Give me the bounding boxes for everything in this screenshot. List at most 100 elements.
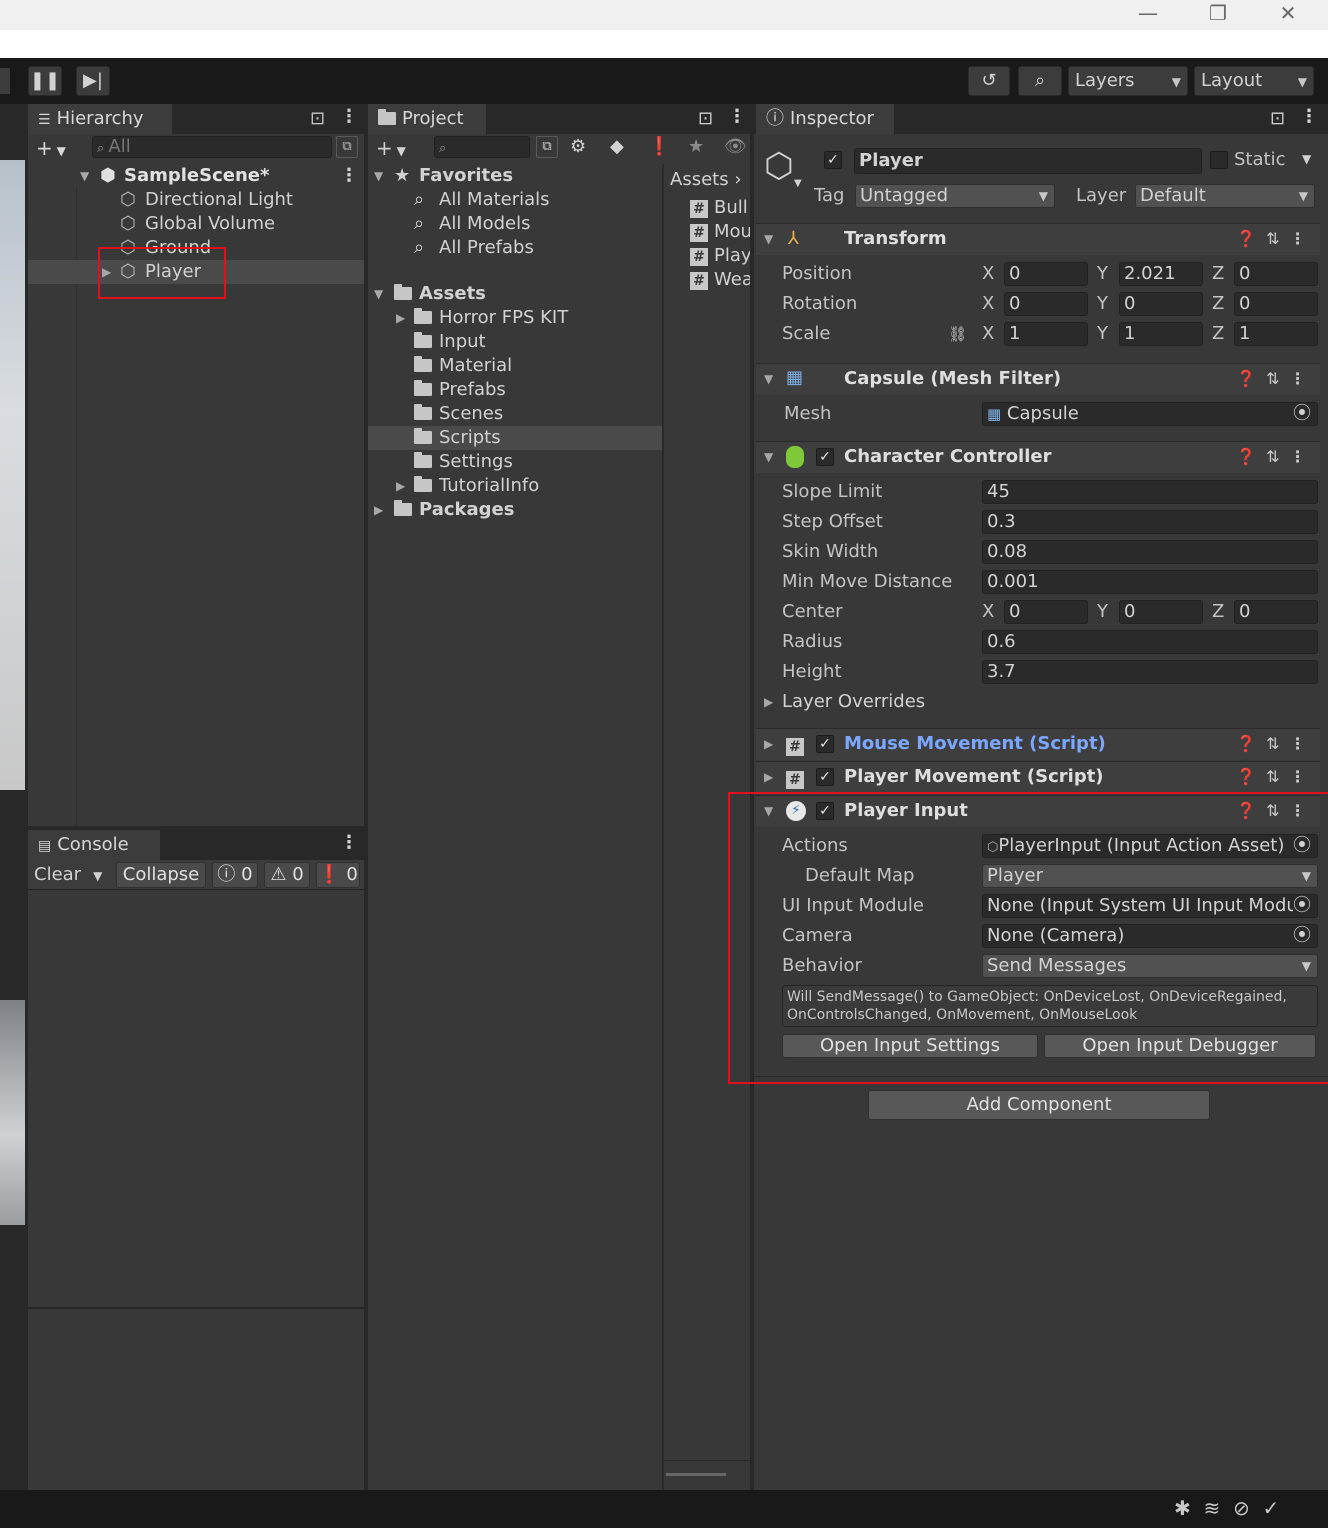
error-filter-button[interactable]: ❗ 0 bbox=[316, 862, 360, 888]
clear-button[interactable]: Clear ▼ bbox=[34, 863, 102, 888]
rotation-y-field[interactable]: 0 bbox=[1119, 292, 1203, 316]
breadcrumb[interactable]: Assets › bbox=[670, 168, 750, 192]
mesh-object-field[interactable]: ▦ Capsule ⦿ bbox=[982, 402, 1318, 426]
layout-dropdown[interactable]: Layout ▼ bbox=[1194, 66, 1314, 96]
radius-field[interactable]: 0.6 bbox=[982, 630, 1318, 654]
object-picker-icon[interactable]: ⦿ bbox=[1293, 403, 1311, 425]
constrain-proportions-icon[interactable]: ⛓ bbox=[948, 322, 967, 346]
search-window-icon[interactable]: ⧉ bbox=[536, 136, 558, 158]
list-item[interactable]: ⌕ All Models bbox=[368, 212, 662, 236]
presets-icon[interactable]: ⇅ bbox=[1266, 447, 1279, 466]
cache-server-icon[interactable]: ≋ bbox=[1203, 1496, 1220, 1520]
list-item[interactable]: # Play bbox=[690, 244, 750, 268]
info-filter-button[interactable]: ⓘ 0 bbox=[212, 862, 258, 888]
scene-view-preview[interactable] bbox=[0, 160, 25, 790]
step-button[interactable]: ▶| bbox=[76, 66, 110, 96]
lock-icon[interactable]: ⊡ bbox=[1270, 108, 1285, 129]
history-button[interactable]: ↺ bbox=[968, 66, 1010, 96]
height-field[interactable]: 3.7 bbox=[982, 660, 1318, 684]
favorites-row[interactable]: ▼ ★ Favorites bbox=[368, 164, 662, 188]
favorite-star-icon[interactable]: ★ bbox=[688, 136, 704, 157]
hierarchy-item[interactable]: ⬡ Directional Light bbox=[28, 188, 364, 212]
list-item[interactable]: ⌕ All Prefabs bbox=[368, 236, 662, 260]
step-offset-field[interactable]: 0.3 bbox=[982, 510, 1318, 534]
object-name-input[interactable]: Player bbox=[854, 148, 1202, 174]
list-item[interactable]: # Bull bbox=[690, 196, 750, 220]
tab-hierarchy[interactable]: ☰ Hierarchy bbox=[28, 104, 172, 134]
position-z-field[interactable]: 0 bbox=[1234, 262, 1318, 286]
slope-limit-field[interactable]: 45 bbox=[982, 480, 1318, 504]
mesh-filter-header[interactable]: ▼ ▦ Capsule (Mesh Filter) ❓ ⇅ ⋮ bbox=[756, 363, 1320, 395]
hierarchy-search-input[interactable]: ⌕ All bbox=[92, 136, 332, 158]
hierarchy-item[interactable]: ⬡ Global Volume bbox=[28, 212, 364, 236]
filter-by-type-icon[interactable]: ⚙ bbox=[570, 136, 586, 157]
progress-check-icon[interactable]: ✓ bbox=[1262, 1496, 1279, 1520]
help-icon[interactable]: ❓ bbox=[1236, 767, 1256, 786]
rotation-x-field[interactable]: 0 bbox=[1004, 292, 1088, 316]
help-icon[interactable]: ❓ bbox=[1236, 447, 1256, 466]
scale-x-field[interactable]: 1 bbox=[1004, 322, 1088, 346]
console-splitter[interactable] bbox=[28, 1307, 364, 1309]
pause-button[interactable]: ❚❚ bbox=[28, 66, 62, 96]
component-enabled-checkbox[interactable]: ✓ bbox=[816, 768, 834, 786]
presets-icon[interactable]: ⇅ bbox=[1266, 767, 1279, 786]
project-splitter[interactable] bbox=[662, 164, 664, 1490]
tab-project[interactable]: Project bbox=[368, 104, 486, 134]
tab-inspector[interactable]: ⓘ Inspector bbox=[756, 104, 894, 134]
active-checkbox[interactable]: ✓ bbox=[824, 151, 842, 169]
filter-log-icon[interactable]: ❗ bbox=[648, 136, 670, 157]
center-x-field[interactable]: 0 bbox=[1004, 600, 1088, 624]
close-icon[interactable]: ✕ bbox=[1258, 0, 1318, 28]
bug-debug-icon[interactable]: ✱ bbox=[1174, 1496, 1191, 1520]
play-button-partial[interactable] bbox=[0, 68, 10, 94]
scene-visibility-icon[interactable]: ⧉ bbox=[336, 136, 358, 158]
position-y-field[interactable]: 2.021 bbox=[1119, 262, 1203, 286]
warning-filter-button[interactable]: ⚠ 0 bbox=[264, 862, 310, 888]
rotation-z-field[interactable]: 0 bbox=[1234, 292, 1318, 316]
create-asset-button[interactable]: + ▼ bbox=[376, 136, 406, 160]
kebab-menu-icon[interactable]: ⋮ bbox=[1290, 369, 1306, 388]
skin-width-field[interactable]: 0.08 bbox=[982, 540, 1318, 564]
folder-item[interactable]: Settings bbox=[368, 450, 662, 474]
kebab-menu-icon[interactable]: ⋮ bbox=[1290, 447, 1306, 466]
presets-icon[interactable]: ⇅ bbox=[1266, 369, 1279, 388]
game-view-preview[interactable] bbox=[0, 1000, 25, 1225]
folder-item-selected[interactable]: Scripts bbox=[368, 426, 662, 450]
kebab-menu-icon[interactable]: ⋮ bbox=[1290, 229, 1306, 248]
folder-item[interactable]: ▶ TutorialInfo bbox=[368, 474, 662, 498]
lock-icon[interactable]: ⊡ bbox=[698, 108, 713, 129]
list-item[interactable]: ⌕ All Materials bbox=[368, 188, 662, 212]
presets-icon[interactable]: ⇅ bbox=[1266, 734, 1279, 753]
project-search-input[interactable]: ⌕ bbox=[434, 136, 530, 158]
mouse-movement-header[interactable]: ▶ # ✓ Mouse Movement (Script) ❓ ⇅ ⋮ bbox=[756, 728, 1320, 760]
folder-item[interactable]: ▶ Horror FPS KIT bbox=[368, 306, 662, 330]
filter-by-label-icon[interactable]: ◆ bbox=[610, 136, 624, 157]
restore-icon[interactable]: ❐ bbox=[1188, 0, 1248, 28]
list-item[interactable]: # Wea bbox=[690, 268, 750, 292]
scale-y-field[interactable]: 1 bbox=[1119, 322, 1203, 346]
gameobject-icon[interactable]: ⬡ bbox=[764, 146, 794, 186]
component-enabled-checkbox[interactable]: ✓ bbox=[816, 735, 834, 753]
collapse-button[interactable]: Collapse bbox=[116, 862, 206, 888]
static-checkbox[interactable] bbox=[1210, 151, 1228, 169]
min-move-distance-field[interactable]: 0.001 bbox=[982, 570, 1318, 594]
minimize-icon[interactable]: — bbox=[1118, 0, 1178, 28]
center-z-field[interactable]: 0 bbox=[1234, 600, 1318, 624]
transform-header[interactable]: ▼ ⅄ Transform ❓ ⇅ ⋮ bbox=[756, 223, 1320, 255]
kebab-menu-icon[interactable]: ⋮ bbox=[1300, 106, 1318, 127]
packages-row[interactable]: ▶ Packages bbox=[368, 498, 662, 522]
folder-item[interactable]: Material bbox=[368, 354, 662, 378]
folder-item[interactable]: Prefabs bbox=[368, 378, 662, 402]
kebab-menu-icon[interactable]: ⋮ bbox=[340, 164, 358, 188]
tab-console[interactable]: ▤ Console bbox=[28, 830, 160, 860]
position-x-field[interactable]: 0 bbox=[1004, 262, 1088, 286]
kebab-menu-icon[interactable]: ⋮ bbox=[1290, 734, 1306, 753]
search-button[interactable]: ⌕ bbox=[1018, 66, 1062, 96]
layer-dropdown[interactable]: Default ▼ bbox=[1135, 184, 1315, 208]
player-movement-header[interactable]: ▶ # ✓ Player Movement (Script) ❓ ⇅ ⋮ bbox=[756, 761, 1320, 793]
assets-row[interactable]: ▼ Assets bbox=[368, 282, 662, 306]
character-controller-header[interactable]: ▼ ✓ Character Controller ❓ ⇅ ⋮ bbox=[756, 441, 1320, 473]
scene-row[interactable]: ▼ ⬢ SampleScene* ⋮ bbox=[28, 164, 364, 188]
add-object-button[interactable]: + ▼ bbox=[36, 136, 66, 160]
tag-dropdown[interactable]: Untagged ▼ bbox=[855, 184, 1055, 208]
